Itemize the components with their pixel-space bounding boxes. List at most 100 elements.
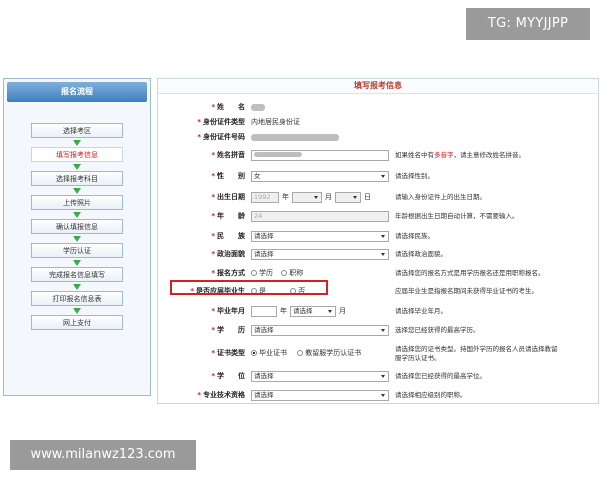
row-birth-date: * 出生日期 1992 年 月 日 请输入身份证件上的出生日期。 <box>158 191 598 204</box>
cert-hint: 请选择您的证书类型。持国外学历的报名人员请选择教留 服学历认证书。 <box>395 345 558 363</box>
cert-foreign-label: 教留服学历认证书 <box>305 349 362 357</box>
gender-hint: 请选择性别。 <box>395 172 434 180</box>
required-mark: * <box>211 372 215 380</box>
name-value-redacted <box>251 103 265 111</box>
edu-select[interactable]: 请选择 <box>251 324 389 336</box>
step-upload-photo[interactable]: 上传照片 <box>31 195 123 210</box>
required-mark: * <box>197 118 201 126</box>
required-mark: * <box>211 172 215 180</box>
edu-label: 学 历 <box>217 326 245 334</box>
method-education-radio[interactable] <box>251 270 257 276</box>
step-select-exam-area[interactable]: 选择考区 <box>31 123 123 138</box>
political-label: 政治面貌 <box>217 250 245 258</box>
step-confirm-info[interactable]: 确认填报信息 <box>31 219 123 234</box>
required-mark: * <box>211 103 215 111</box>
pinyin-label: 姓名拼音 <box>217 151 245 159</box>
required-mark: * <box>211 212 215 220</box>
row-gender: * 性 别 女 请选择性别。 <box>158 170 598 183</box>
birth-day-select[interactable] <box>335 191 361 203</box>
birth-month-unit: 月 <box>325 193 332 201</box>
required-mark: * <box>211 326 215 334</box>
watermark-bottom: www.milanwz123.com <box>10 440 196 470</box>
age-label: 年 龄 <box>217 212 245 220</box>
degree-select[interactable]: 请选择 <box>251 370 389 382</box>
degree-hint: 请选择您已经获得的最高学位。 <box>395 372 486 380</box>
arrow-down-icon <box>73 284 81 290</box>
title-hint: 请选择相应级别的职称。 <box>395 391 467 399</box>
row-method: * 报名方式 学历 职称 请选择您的报名方式是用学历报名还是用职称报名。 <box>158 267 598 280</box>
grad-year-unit: 年 <box>280 307 287 315</box>
arrow-down-icon <box>73 236 81 242</box>
required-mark: * <box>211 349 215 357</box>
title-select[interactable]: 请选择 <box>251 389 389 401</box>
row-degree: * 学 位 请选择 请选择您已经获得的最高学位。 <box>158 370 598 383</box>
row-id-number: * 身份证件号码 <box>158 131 598 144</box>
method-hint: 请选择您的报名方式是用学历报名还是用职称报名。 <box>395 269 545 277</box>
cert-hint-line1: 请选择您的证书类型。持国外学历的报名人员请选择教留 <box>395 345 558 353</box>
pinyin-hint: 如果姓名中有多音字，请主意修改姓名拼音。 <box>395 149 525 162</box>
edu-hint: 选择您已经获得的最高学历。 <box>395 326 480 334</box>
step-print-info[interactable]: 打印报名信息表 <box>31 291 123 306</box>
watermark-top: TG: MYYJJPP <box>466 8 590 40</box>
pinyin-value-redacted <box>254 152 302 157</box>
political-select[interactable]: 请选择 <box>251 248 389 260</box>
required-mark: * <box>211 193 215 201</box>
id-type-value: 内地居民身份证 <box>251 118 300 126</box>
row-id-type: * 身份证件类型 内地居民身份证 <box>158 116 598 129</box>
grad-year-input[interactable] <box>251 305 277 317</box>
birth-hint: 请输入身份证件上的出生日期。 <box>395 193 486 201</box>
step-online-payment[interactable]: 网上支付 <box>31 315 123 330</box>
birth-day-unit: 日 <box>364 193 371 201</box>
step-list: 选择考区 填写报考信息 选择报考科目 上传照片 确认填报信息 学历认证 完成报名… <box>4 105 150 330</box>
ethnic-hint: 请选择民族。 <box>395 232 434 240</box>
step-select-subjects[interactable]: 选择报考科目 <box>31 171 123 186</box>
method-title-label: 职称 <box>289 269 304 277</box>
cert-label: 证书类型 <box>217 349 245 357</box>
age-input[interactable]: 24 <box>251 210 389 222</box>
row-grad-date: * 毕业年月 年请选择月 请选择毕业年月。 <box>158 305 598 318</box>
step-fill-exam-info[interactable]: 填写报考信息 <box>31 147 123 162</box>
cert-graduation-radio[interactable] <box>251 350 257 356</box>
gender-label: 性 别 <box>217 172 245 180</box>
required-mark: * <box>197 391 201 399</box>
birth-year-input[interactable]: 1992 <box>251 191 279 203</box>
arrow-down-icon <box>73 308 81 314</box>
required-mark: * <box>211 269 215 277</box>
row-ethnic: * 民 族 请选择 请选择民族。 <box>158 230 598 243</box>
arrow-down-icon <box>73 260 81 266</box>
step-complete-info[interactable]: 完成报名信息填写 <box>31 267 123 282</box>
pinyin-hint-pre: 如果姓名中有 <box>395 151 434 159</box>
row-political: * 政治面貌 请选择 请选择政治面貌。 <box>158 248 598 261</box>
grad-year-label: 毕业年月 <box>217 307 245 315</box>
row-age: * 年 龄 24 年龄根据出生日期自动计算，不需要输入。 <box>158 210 598 223</box>
name-label: 姓 名 <box>217 103 245 111</box>
grad-year-hint: 请选择毕业年月。 <box>395 307 447 315</box>
method-label: 报名方式 <box>217 269 245 277</box>
cert-graduation-label: 毕业证书 <box>259 349 287 357</box>
ethnic-select[interactable]: 请选择 <box>251 230 389 242</box>
grad-month-unit: 月 <box>339 307 346 315</box>
arrow-down-icon <box>73 140 81 146</box>
row-education: * 学 历 请选择 选择您已经获得的最高学历。 <box>158 324 598 337</box>
required-mark: * <box>211 250 215 258</box>
highlight-box <box>170 280 328 295</box>
id-type-label: 身份证件类型 <box>203 118 245 126</box>
method-title-radio[interactable] <box>281 270 288 276</box>
step-education-verify[interactable]: 学历认证 <box>31 243 123 258</box>
arrow-down-icon <box>73 164 81 170</box>
pinyin-input[interactable] <box>251 149 389 161</box>
degree-label: 学 位 <box>217 372 245 380</box>
cert-hint-line2: 服学历认证书。 <box>395 354 441 362</box>
birth-month-select[interactable] <box>292 191 322 203</box>
birth-label: 出生日期 <box>217 193 245 201</box>
required-mark: * <box>211 307 215 315</box>
birth-year-unit: 年 <box>282 193 289 201</box>
gender-select[interactable]: 女 <box>251 170 389 182</box>
pinyin-hint-post: ，请主意修改姓名拼音。 <box>453 151 526 159</box>
grad-hint: 应届毕业生是指报名期间未获得毕业证书的考生。 <box>395 287 538 295</box>
method-education-label: 学历 <box>259 269 273 277</box>
cert-foreign-radio[interactable] <box>297 350 304 356</box>
id-number-label: 身份证件号码 <box>203 133 245 141</box>
grad-month-select[interactable]: 请选择 <box>290 305 336 317</box>
row-professional-title: * 专业技术资格 请选择 请选择相应级别的职称。 <box>158 389 598 402</box>
